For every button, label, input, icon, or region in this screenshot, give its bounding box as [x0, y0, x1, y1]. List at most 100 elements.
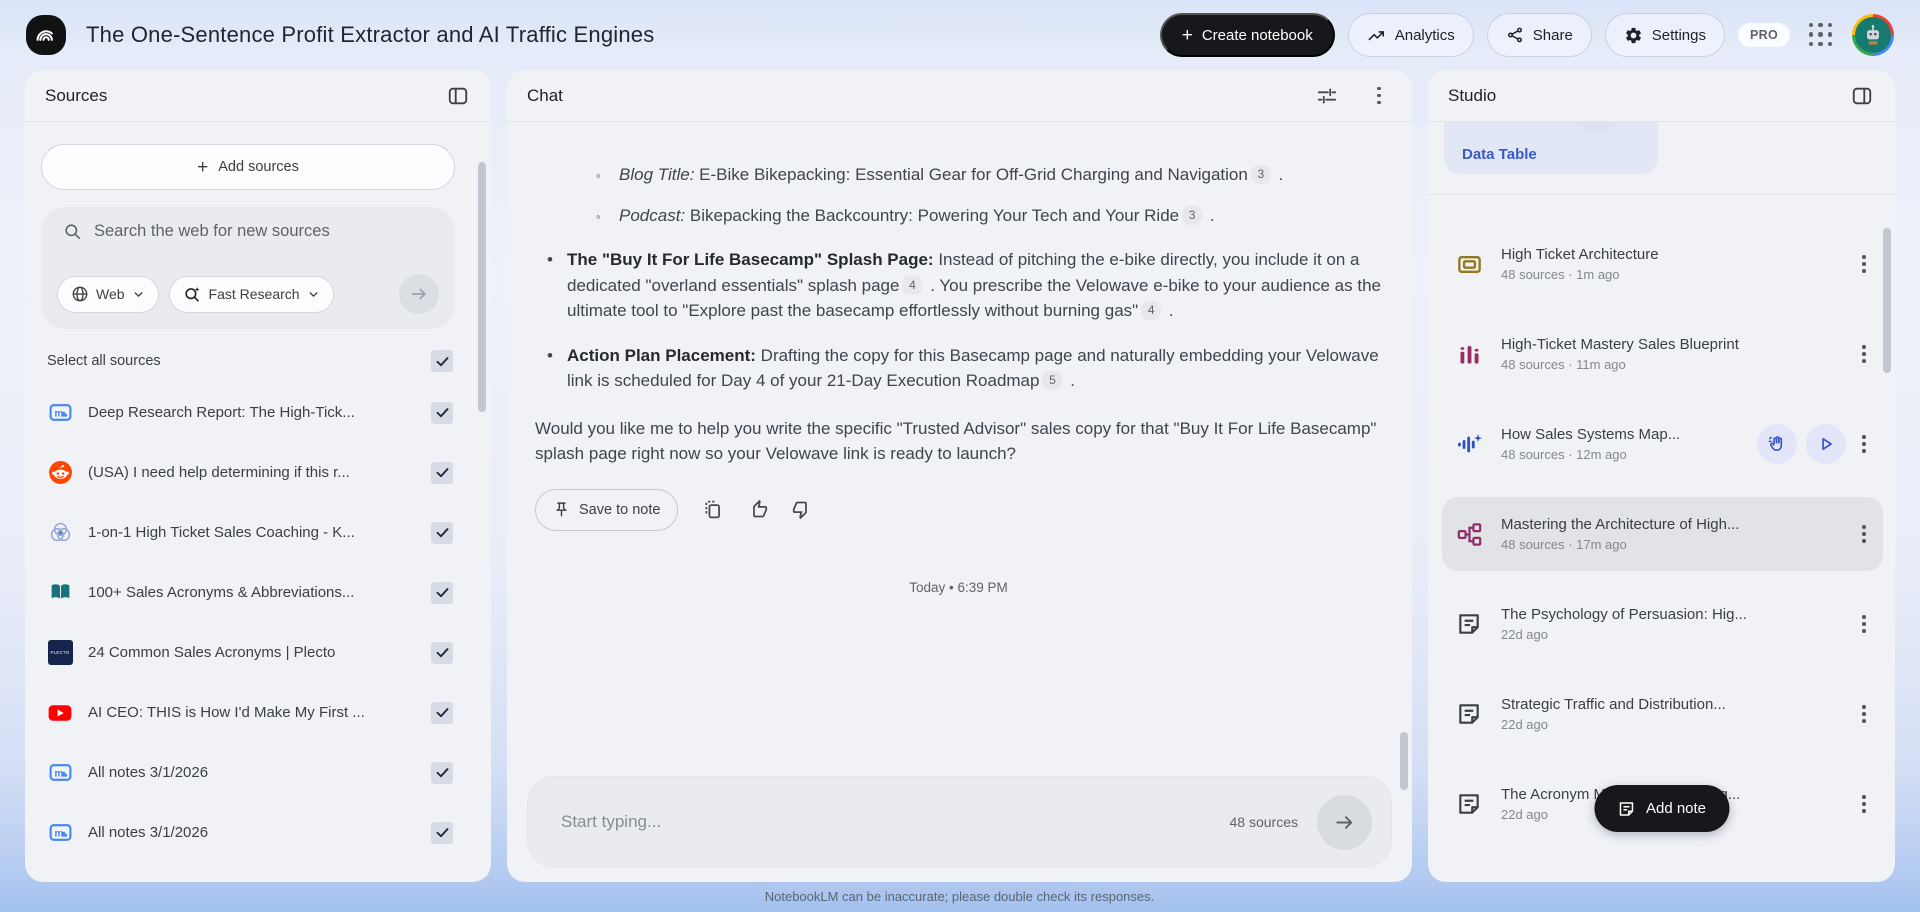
send-button[interactable] — [1317, 795, 1372, 850]
chat-text-segment: . — [1205, 206, 1214, 225]
citation-chip[interactable]: 5 — [1042, 371, 1062, 390]
citation-chip[interactable]: 4 — [1141, 301, 1161, 320]
source-row[interactable]: PLECTO24 Common Sales Acronyms | Plecto — [41, 628, 455, 677]
source-row[interactable]: mAll notes 3/1/2026 — [41, 808, 455, 857]
reddit-icon — [47, 460, 73, 486]
web-scope-dropdown[interactable]: Web — [57, 276, 159, 313]
studio-item-row[interactable]: The Content Creation Engine: Wee... — [1442, 857, 1883, 882]
studio-item-menu-kebab-icon[interactable] — [1851, 607, 1877, 641]
studio-scrollbar[interactable] — [1883, 228, 1891, 373]
google-apps-grid-icon[interactable] — [1809, 23, 1833, 47]
data-table-label: Data Table — [1462, 146, 1537, 163]
studio-item-menu-kebab-icon[interactable] — [1851, 517, 1877, 551]
share-button[interactable]: Share — [1487, 13, 1592, 57]
save-to-note-button[interactable]: Save to note — [535, 489, 678, 531]
thumbs-up-icon[interactable] — [747, 499, 768, 520]
chat-bullet-item: ◦Podcast: Bikepacking the Backcountry: P… — [596, 203, 1382, 229]
settings-button[interactable]: Settings — [1605, 13, 1725, 57]
studio-item-menu-kebab-icon[interactable] — [1851, 787, 1877, 821]
chat-text-segment: Would you like me to help you write the … — [535, 419, 1376, 464]
source-checkbox[interactable] — [431, 642, 453, 664]
source-title: 100+ Sales Acronyms & Abbreviations... — [88, 584, 416, 601]
studio-item-row[interactable]: Strategic Traffic and Distribution...22d… — [1442, 677, 1883, 751]
add-sources-button[interactable]: + Add sources — [41, 144, 455, 190]
note-icon: m — [47, 760, 73, 786]
interactive-mode-button[interactable] — [1757, 424, 1797, 464]
chat-settings-tune-icon[interactable] — [1314, 83, 1340, 109]
studio-item-menu-kebab-icon[interactable] — [1851, 247, 1877, 281]
citation-chip[interactable]: 3 — [1182, 206, 1202, 225]
source-checkbox[interactable] — [431, 582, 453, 604]
source-row[interactable]: 1-on-1 High Ticket Sales Coaching - K... — [41, 508, 455, 557]
avatar[interactable] — [1852, 14, 1894, 56]
chat-menu-kebab-icon[interactable] — [1366, 84, 1392, 108]
source-row[interactable]: mAll notes 3/1/2026 — [41, 748, 455, 797]
play-button[interactable] — [1806, 424, 1846, 464]
copy-icon[interactable] — [702, 499, 723, 520]
chat-input-bar: 48 sources — [527, 776, 1392, 868]
studio-item-row[interactable]: Mastering the Architecture of High...48 … — [1442, 497, 1883, 571]
studio-item-menu-kebab-icon[interactable] — [1851, 877, 1877, 882]
source-row[interactable]: mDeep Research Report: The High-Tick... — [41, 388, 455, 437]
citation-chip[interactable]: 4 — [902, 276, 922, 295]
chat-message: ◦Blog Title: E-Bike Bikepacking: Essenti… — [507, 122, 1412, 600]
studio-item-row[interactable]: The Psychology of Persuasion: Hig...22d … — [1442, 587, 1883, 661]
source-row[interactable]: 100+ Sales Acronyms & Abbreviations... — [41, 568, 455, 617]
studio-item-menu-kebab-icon[interactable] — [1851, 427, 1877, 461]
sources-list: mDeep Research Report: The High-Tick... (… — [41, 388, 455, 857]
bullet-marker: ◦ — [596, 163, 619, 189]
data-table-open-button[interactable]: › — [1572, 122, 1622, 134]
citation-chip[interactable]: 3 — [1251, 165, 1271, 184]
plecto-icon: PLECTO — [47, 640, 73, 666]
analytics-button[interactable]: Analytics — [1348, 13, 1474, 57]
expand-studio-panel-icon[interactable] — [1849, 83, 1875, 109]
create-notebook-button[interactable]: + Create notebook — [1160, 13, 1335, 57]
chat-panel: Chat ◦Blog Title: E-Bike Bikepacking: Es… — [507, 70, 1412, 882]
source-checkbox[interactable] — [431, 702, 453, 724]
bullet-marker: • — [547, 247, 567, 324]
source-title: 1-on-1 High Ticket Sales Coaching - K... — [88, 524, 416, 541]
chat-text: Action Plan Placement: Drafting the copy… — [567, 343, 1382, 394]
share-icon — [1506, 26, 1524, 44]
source-checkbox[interactable] — [431, 462, 453, 484]
chat-actions: Save to note — [535, 489, 1382, 531]
chat-scrollbar[interactable] — [1400, 732, 1408, 790]
web-search-input[interactable]: Search the web for new sources — [94, 222, 330, 241]
studio-item-title: Strategic Traffic and Distribution... — [1501, 696, 1851, 713]
studio-item-menu-kebab-icon[interactable] — [1851, 697, 1877, 731]
collapse-sources-panel-icon[interactable] — [445, 83, 471, 109]
globe-icon — [71, 285, 89, 303]
chevron-down-icon — [132, 288, 145, 301]
notebooklm-logo-icon[interactable] — [26, 15, 66, 55]
studio-item-row[interactable]: High-Ticket Mastery Sales Blueprint48 so… — [1442, 317, 1883, 391]
studio-item-meta: 22d ago — [1501, 627, 1851, 642]
search-icon — [63, 222, 82, 241]
studio-item-row[interactable]: High Ticket Architecture48 sources · 1m … — [1442, 227, 1883, 301]
studio-item-actions — [1757, 424, 1846, 464]
notebook-title[interactable]: The One-Sentence Profit Extractor and AI… — [86, 22, 654, 48]
chat-blocks: ◦Blog Title: E-Bike Bikepacking: Essenti… — [535, 162, 1382, 467]
select-all-checkbox[interactable] — [431, 350, 453, 372]
youtube-icon — [47, 700, 73, 726]
chat-input[interactable] — [561, 812, 1230, 832]
studio-item-title: High-Ticket Mastery Sales Blueprint — [1501, 336, 1851, 353]
search-submit-button[interactable] — [399, 274, 439, 314]
studio-item-row[interactable]: How Sales Systems Map...48 sources · 12m… — [1442, 407, 1883, 481]
add-note-button[interactable]: Add note — [1594, 785, 1729, 832]
sources-scrollbar[interactable] — [478, 162, 486, 412]
header-actions: + Create notebook Analytics Share Settin… — [1160, 13, 1894, 57]
data-table-card[interactable]: Data Table › — [1444, 122, 1658, 174]
source-row[interactable]: (USA) I need help determining if this r.… — [41, 448, 455, 497]
source-checkbox[interactable] — [431, 402, 453, 424]
chat-bullet-item: •The "Buy It For Life Basecamp" Splash P… — [547, 247, 1382, 324]
chat-bullet-item: ◦Blog Title: E-Bike Bikepacking: Essenti… — [596, 162, 1382, 188]
studio-item-meta: 48 sources · 17m ago — [1501, 537, 1851, 552]
research-mode-dropdown[interactable]: Fast Research — [169, 276, 334, 313]
source-checkbox[interactable] — [431, 762, 453, 784]
source-checkbox[interactable] — [431, 822, 453, 844]
disclaimer-text: NotebookLM can be inaccurate; please dou… — [507, 889, 1412, 904]
thumbs-down-icon[interactable] — [792, 499, 813, 520]
studio-item-menu-kebab-icon[interactable] — [1851, 337, 1877, 371]
source-row[interactable]: AI CEO: THIS is How I'd Make My First ..… — [41, 688, 455, 737]
source-checkbox[interactable] — [431, 522, 453, 544]
